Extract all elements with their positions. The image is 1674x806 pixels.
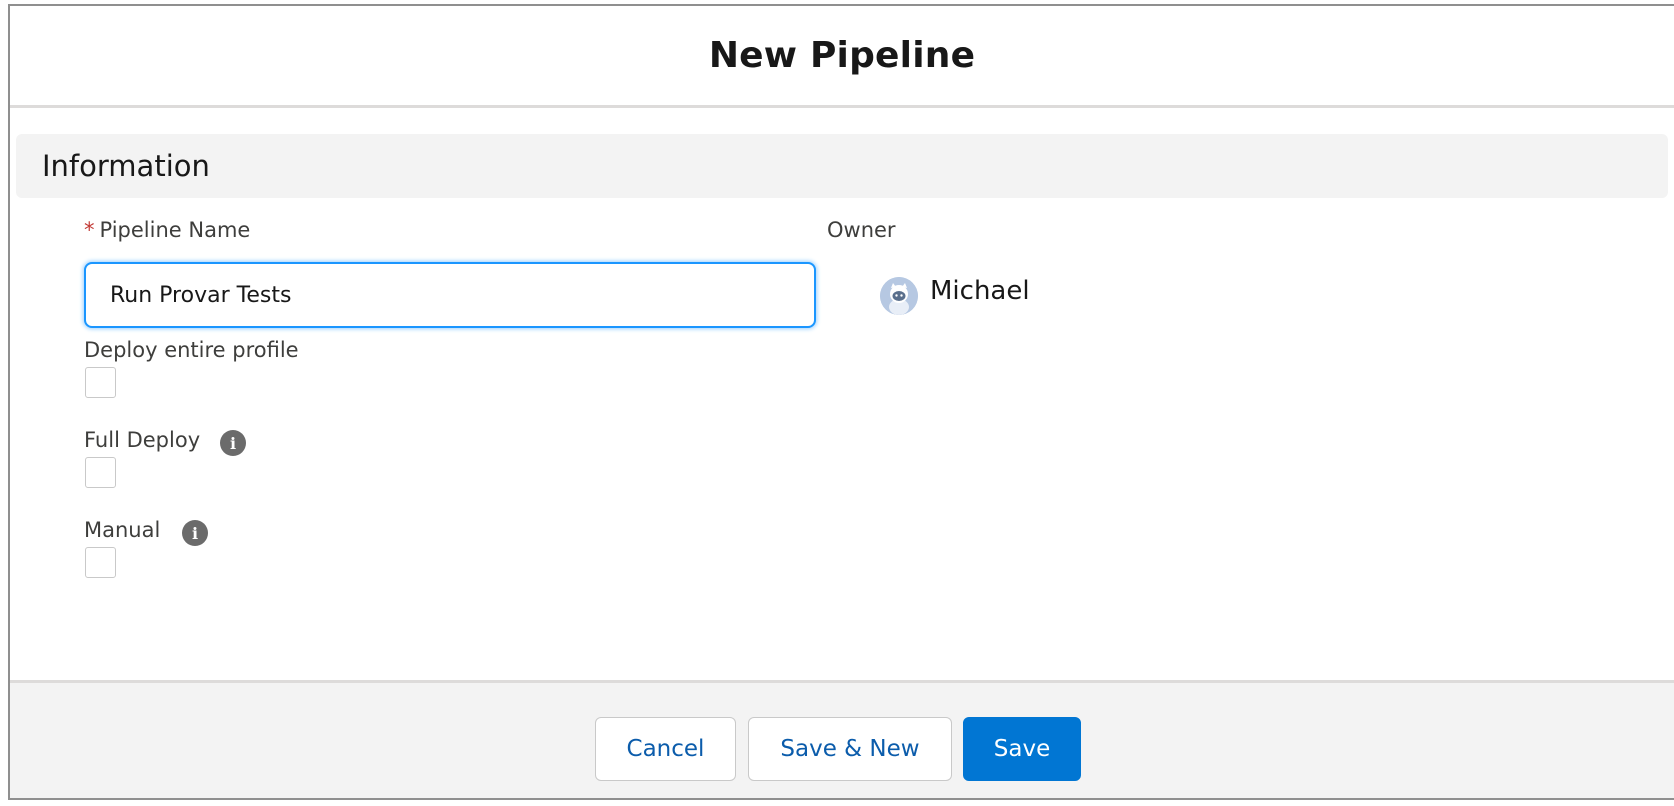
manual-info-icon[interactable]: i bbox=[182, 520, 208, 546]
pipeline-name-label: * Pipeline Name bbox=[84, 218, 250, 242]
pipeline-name-label-text: Pipeline Name bbox=[99, 218, 251, 242]
modal-footer: Cancel Save & New Save bbox=[10, 680, 1674, 798]
full-deploy-label: Full Deploy bbox=[84, 428, 201, 452]
deploy-entire-profile-checkbox[interactable] bbox=[85, 367, 116, 398]
deploy-entire-profile-label: Deploy entire profile bbox=[84, 338, 299, 362]
modal-header: New Pipeline bbox=[10, 6, 1674, 108]
owner-label: Owner bbox=[827, 218, 896, 242]
save-button[interactable]: Save bbox=[963, 717, 1081, 781]
save-and-new-button[interactable]: Save & New bbox=[748, 717, 952, 781]
required-indicator: * bbox=[84, 218, 95, 242]
manual-checkbox[interactable] bbox=[85, 547, 116, 578]
avatar-graphic bbox=[880, 277, 918, 315]
pipeline-name-input[interactable] bbox=[84, 262, 816, 328]
owner-name-link[interactable]: Michael bbox=[930, 276, 1030, 306]
full-deploy-checkbox[interactable] bbox=[85, 457, 116, 488]
new-pipeline-modal: New Pipeline Information * Pipeline Name… bbox=[8, 4, 1674, 800]
section-title: Information bbox=[42, 149, 210, 183]
manual-label: Manual bbox=[84, 518, 161, 542]
user-avatar-icon bbox=[880, 277, 918, 315]
cancel-button[interactable]: Cancel bbox=[595, 717, 736, 781]
full-deploy-info-icon[interactable]: i bbox=[220, 430, 246, 456]
modal-title: New Pipeline bbox=[708, 35, 976, 76]
section-header-information[interactable]: Information bbox=[16, 134, 1668, 198]
